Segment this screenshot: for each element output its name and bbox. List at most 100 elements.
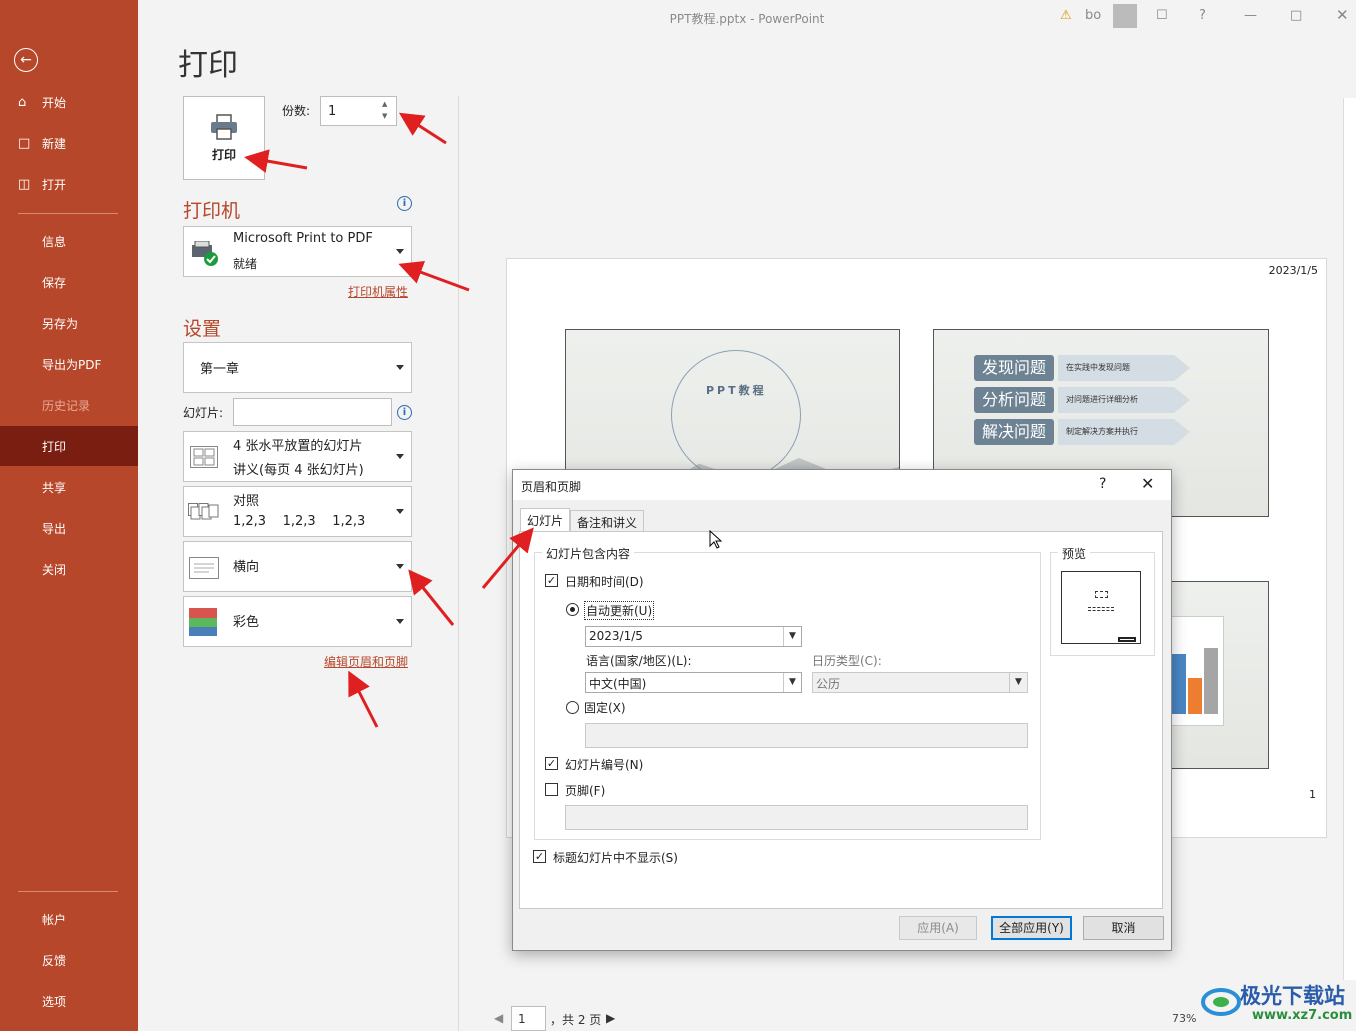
print-button-label: 打印	[211, 147, 236, 162]
comments-icon[interactable]: ☐	[1156, 8, 1168, 23]
group-label: 幻灯片包含内容	[542, 545, 635, 562]
handout-layout-icon	[190, 446, 218, 468]
auto-update-label: 自动更新(U)	[584, 601, 655, 620]
prev-page-icon[interactable]: ◀	[494, 1011, 503, 1025]
chevron-down-icon	[396, 248, 404, 254]
arrow-to-copies	[398, 112, 447, 145]
pill-label: 解决问题	[974, 419, 1055, 445]
next-page-icon[interactable]: ▶	[606, 1011, 615, 1025]
sidebar-item-new[interactable]: □ 新建	[0, 123, 138, 163]
sidebar-item-feedback[interactable]: 反馈	[0, 940, 138, 980]
apply-all-button[interactable]: 全部应用(Y)	[991, 916, 1072, 940]
info-icon[interactable]: i	[397, 196, 412, 211]
orientation-dropdown[interactable]: 横向	[183, 541, 412, 592]
sidebar-item-home[interactable]: ⌂ 开始	[0, 82, 138, 122]
maximize-button[interactable]: □	[1290, 8, 1302, 23]
preview-label: 预览	[1058, 545, 1091, 562]
language-value: 中文(中国)	[589, 677, 647, 691]
tab-slides[interactable]: 幻灯片	[520, 508, 571, 533]
sidebar-item-share[interactable]: 共享	[0, 467, 138, 507]
copies-stepper[interactable]: ▲ ▼	[382, 98, 387, 122]
fixed-label: 固定(X)	[584, 701, 626, 715]
date-time-checkbox[interactable]: ✓	[545, 574, 558, 587]
sidebar-item-history[interactable]: 历史记录	[0, 385, 138, 425]
home-icon: ⌂	[18, 94, 27, 110]
chevron-down-icon	[396, 563, 404, 569]
title-bar: PPT教程.pptx - PowerPoint ⚠ bo ☐ ? — □ ✕	[138, 0, 1356, 34]
collate-dropdown[interactable]: 对照 1,2,3 1,2,3 1,2,3	[183, 486, 412, 537]
avatar[interactable]	[1113, 4, 1137, 28]
language-combo[interactable]: 中文(中国) ▼	[585, 672, 802, 693]
chevron-down-icon	[396, 453, 404, 459]
footer-checkbox[interactable]	[545, 783, 558, 796]
print-range-value: 第一章	[200, 362, 240, 377]
date-format-value: 2023/1/5	[589, 629, 643, 643]
sidebar-item-save[interactable]: 保存	[0, 262, 138, 302]
preview-scrollbar[interactable]	[1343, 98, 1356, 980]
page-number-input[interactable]: 1	[511, 1006, 546, 1031]
sidebar-item-print[interactable]: 打印	[0, 426, 138, 466]
dialog-title: 页眉和页脚	[521, 480, 582, 494]
warning-icon[interactable]: ⚠	[1060, 8, 1072, 23]
printer-properties-link[interactable]: 打印机属性	[348, 283, 408, 300]
color-dropdown[interactable]: 彩色	[183, 596, 412, 647]
pill-label: 发现问题	[974, 355, 1055, 381]
arrow-to-printer	[398, 260, 470, 292]
window-title: PPT教程.pptx - PowerPoint	[669, 12, 825, 26]
slides-label: 幻灯片:	[183, 406, 224, 420]
copies-label: 份数:	[282, 104, 311, 118]
sidebar-item-save-as[interactable]: 另存为	[0, 303, 138, 343]
layout-dropdown[interactable]: 4 张水平放置的幻灯片 讲义(每页 4 张幻灯片)	[183, 431, 412, 482]
auto-update-radio[interactable]	[566, 603, 579, 616]
user-name[interactable]: bo	[1085, 8, 1101, 23]
calendar-combo[interactable]: 公历 ▼	[812, 672, 1028, 693]
zoom-level[interactable]: 73%	[1172, 1012, 1196, 1025]
sidebar-item-export-pdf[interactable]: 导出为PDF	[0, 344, 138, 384]
back-arrow-icon[interactable]: ←	[14, 48, 38, 72]
chevron-down-icon: ▼	[783, 627, 801, 646]
landscape-icon	[189, 557, 219, 579]
hide-on-title-label: 标题幻灯片中不显示(S)	[553, 851, 678, 865]
watermark-url: www.xz7.com	[1252, 1008, 1353, 1023]
printer-icon	[211, 113, 237, 140]
sidebar-item-info[interactable]: 信息	[0, 221, 138, 261]
page-total: ，共 2 页	[550, 1013, 602, 1027]
edit-header-footer-link[interactable]: 编辑页眉和页脚	[324, 653, 408, 670]
sidebar-item-open[interactable]: ◫ 打开	[0, 164, 138, 204]
print-button[interactable]: 打印	[183, 96, 265, 180]
sidebar-item-close[interactable]: 关闭	[0, 549, 138, 589]
layout-line2: 讲义(每页 4 张幻灯片)	[233, 463, 364, 478]
fixed-radio[interactable]	[566, 701, 579, 714]
slides-input[interactable]	[233, 398, 392, 426]
info-icon[interactable]: i	[397, 405, 412, 420]
settings-section-title: 设置	[183, 318, 222, 340]
date-format-combo[interactable]: 2023/1/5 ▼	[585, 626, 802, 647]
sidebar-item-account[interactable]: 帐户	[0, 899, 138, 939]
preview-thumbnail	[1061, 571, 1141, 644]
help-button[interactable]: ?	[1199, 8, 1206, 23]
collate-line2: 1,2,3 1,2,3 1,2,3	[233, 514, 366, 529]
minimize-button[interactable]: —	[1244, 8, 1257, 23]
layout-line1: 4 张水平放置的幻灯片	[233, 439, 363, 454]
close-window-button[interactable]: ✕	[1336, 6, 1349, 24]
slide-number-checkbox[interactable]: ✓	[545, 757, 558, 770]
sidebar-item-options[interactable]: 选项	[0, 981, 138, 1021]
close-icon[interactable]: ✕	[1141, 474, 1154, 493]
cancel-button[interactable]: 取消	[1083, 916, 1164, 940]
footer-text-input[interactable]	[565, 805, 1028, 830]
hide-on-title-checkbox[interactable]: ✓	[533, 850, 546, 863]
printer-status: 就绪	[233, 257, 258, 271]
sidebar-item-export[interactable]: 导出	[0, 508, 138, 548]
fixed-date-input[interactable]	[585, 723, 1028, 748]
tab-notes-handouts[interactable]: 备注和讲义	[570, 510, 645, 532]
language-label: 语言(国家/地区)(L):	[586, 654, 692, 668]
dialog-help-button[interactable]: ?	[1099, 476, 1106, 492]
preview-page-number: 1	[1309, 788, 1316, 801]
date-time-label: 日期和时间(D)	[565, 575, 644, 589]
apply-button[interactable]: 应用(A)	[899, 916, 977, 940]
dialog-tab-panel: 幻灯片包含内容 ✓ 日期和时间(D) 自动更新(U) 2023/1/5 ▼ 语言…	[519, 531, 1163, 909]
printer-dropdown[interactable]: Microsoft Print to PDF 就绪	[183, 226, 412, 277]
arrow-to-edit-link	[348, 670, 379, 728]
print-range-dropdown[interactable]: 第一章	[183, 342, 412, 393]
pill-desc: 制定解决方案并执行	[1058, 419, 1190, 445]
